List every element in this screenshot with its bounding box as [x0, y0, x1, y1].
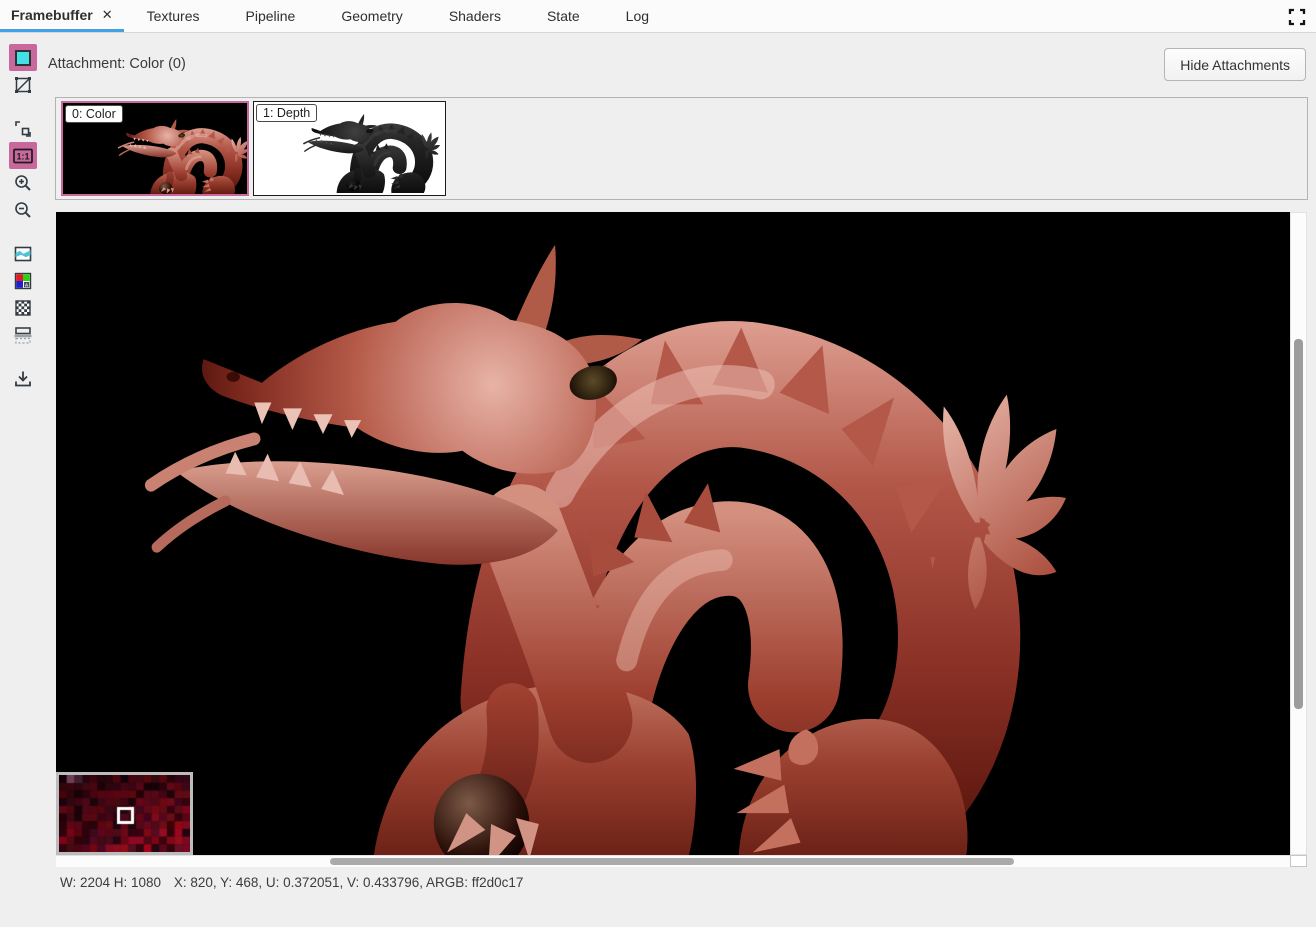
tab-shaders[interactable]: Shaders — [426, 0, 524, 32]
zoom-in-icon[interactable] — [9, 169, 37, 196]
rgba-channels-icon[interactable]: A — [9, 267, 37, 294]
tab-label: Framebuffer — [11, 7, 93, 23]
status-bar: W: 2204 H: 1080 X: 820, Y: 468, U: 0.372… — [60, 875, 523, 890]
viewer-toolbar: 1:1 A — [6, 44, 40, 392]
attachment-badge: 0: Color — [65, 105, 123, 123]
attachment-badge: 1: Depth — [256, 104, 317, 122]
horizontal-scrollbar-thumb[interactable] — [330, 858, 1014, 865]
framebuffer-viewport[interactable] — [56, 212, 1290, 855]
svg-text:1:1: 1:1 — [16, 151, 29, 161]
zoom-out-icon[interactable] — [9, 196, 37, 223]
attachment-thumb-color[interactable]: 0: Color — [61, 101, 249, 196]
fullscreen-icon[interactable] — [1287, 7, 1307, 27]
tab-log[interactable]: Log — [603, 0, 672, 32]
pixel-zoom-minimap[interactable] — [56, 772, 193, 855]
flip-vertical-icon[interactable] — [9, 321, 37, 348]
rendered-dragon-image — [111, 237, 1066, 855]
minimap-canvas — [59, 775, 190, 852]
attachments-panel: 0: Color 1: Depth — [55, 97, 1308, 200]
tab-textures[interactable]: Textures — [124, 0, 223, 32]
tab-state[interactable]: State — [524, 0, 603, 32]
overlay-square-icon[interactable] — [9, 44, 37, 71]
pixel-info-text: X: 820, Y: 468, U: 0.372051, V: 0.433796… — [174, 875, 524, 890]
image-size-text: W: 2204 H: 1080 — [60, 875, 161, 890]
save-image-icon[interactable] — [9, 365, 37, 392]
color-attachment-preview — [113, 118, 249, 196]
depth-attachment-preview — [298, 113, 440, 193]
wireframe-square-icon[interactable] — [9, 71, 37, 98]
fit-to-window-icon[interactable] — [9, 115, 37, 142]
tab-pipeline[interactable]: Pipeline — [223, 0, 319, 32]
horizontal-scrollbar[interactable] — [56, 855, 1290, 867]
attachment-label: Attachment: Color (0) — [48, 56, 186, 72]
one-to-one-icon[interactable]: 1:1 — [9, 142, 37, 169]
hide-attachments-button[interactable]: Hide Attachments — [1164, 48, 1306, 81]
checkerboard-icon[interactable] — [9, 294, 37, 321]
tab-geometry[interactable]: Geometry — [318, 0, 425, 32]
close-tab-icon[interactable]: ✕ — [102, 8, 113, 21]
tab-framebuffer[interactable]: Framebuffer ✕ — [0, 0, 124, 32]
vertical-scrollbar-thumb[interactable] — [1294, 339, 1303, 709]
vertical-scrollbar[interactable] — [1290, 212, 1307, 855]
attachment-thumb-depth[interactable]: 1: Depth — [253, 101, 446, 196]
image-preview-icon[interactable] — [9, 240, 37, 267]
scrollbar-corner — [1290, 855, 1307, 867]
tab-bar: Framebuffer ✕ Textures Pipeline Geometry… — [0, 0, 1316, 33]
